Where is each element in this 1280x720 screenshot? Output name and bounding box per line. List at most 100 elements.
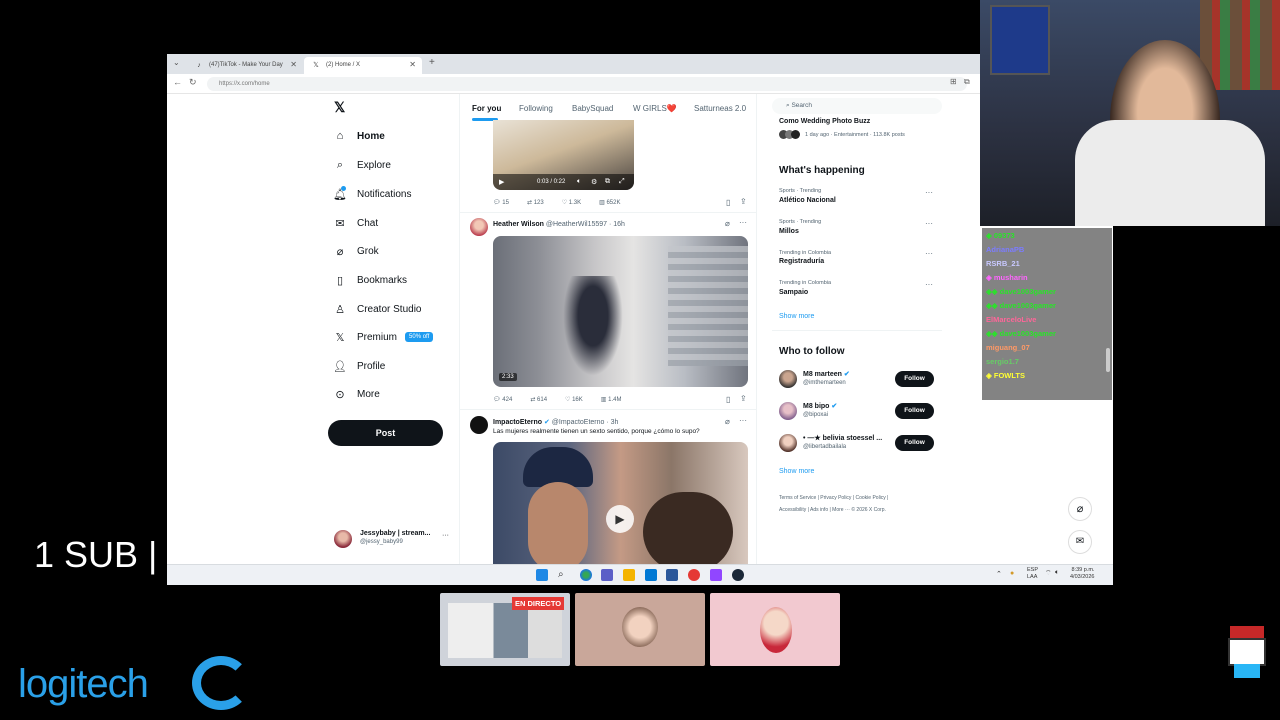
suggestion-avatar[interactable]	[779, 370, 797, 388]
tab-for-you[interactable]: For you	[472, 104, 501, 113]
opera-icon[interactable]	[688, 569, 700, 581]
retweet-button[interactable]: ⇄ 123	[527, 199, 544, 206]
more-dots-icon[interactable]: ···	[925, 188, 933, 197]
browser-tab-x-home[interactable]: 𝕏 (2) Home / X ✕	[304, 57, 422, 74]
more-dots-icon[interactable]: ···	[925, 280, 933, 289]
follow-button[interactable]: Follow	[895, 403, 934, 419]
trend-item[interactable]: Registraduría	[779, 258, 824, 265]
account-switcher[interactable]: Jessybaby | stream... @jessy_baby99 ···	[334, 528, 454, 552]
nav-explore[interactable]: ⌕ Explore	[333, 153, 391, 177]
fullscreen-icon[interactable]: ⤢	[619, 178, 625, 186]
more-dots-icon[interactable]: ···	[739, 416, 747, 425]
teams-icon[interactable]	[601, 569, 613, 581]
share-icon[interactable]: ⇪	[740, 394, 747, 403]
stream-thumbnail[interactable]	[710, 593, 840, 666]
tweet-video[interactable]: ▶ 0:03 / 0:22 🔈︎ ⚙ ⧉ ⤢	[493, 120, 634, 190]
grok-icon[interactable]: ⌀	[1068, 497, 1092, 521]
pip-icon[interactable]: ⧉	[605, 178, 610, 186]
tweet-video[interactable]: ▶	[493, 442, 748, 572]
nav-grok[interactable]: ⌀ Grok	[333, 239, 379, 263]
suggestion-name[interactable]: M8 marteen ✔	[803, 370, 850, 378]
trend-item[interactable]: Sampaio	[779, 289, 808, 296]
suggestion-avatar[interactable]	[779, 402, 797, 420]
file-explorer-icon[interactable]	[623, 569, 635, 581]
extensions-icon[interactable]: ⧉	[964, 77, 970, 87]
chat-scrollbar[interactable]	[1106, 348, 1110, 372]
bookmark-icon[interactable]: ▯	[726, 198, 730, 207]
suggestion-avatar[interactable]	[779, 434, 797, 452]
chevron-up-icon[interactable]: ⌃	[996, 570, 1002, 578]
more-dots-icon[interactable]: ···	[925, 219, 933, 228]
grok-icon[interactable]: ⌀	[725, 219, 730, 228]
edge-browser-icon[interactable]	[580, 569, 592, 581]
stream-thumbnail[interactable]	[575, 593, 705, 666]
grok-icon[interactable]: ⌀	[725, 417, 730, 426]
trending-event-title[interactable]: Como Wedding Photo Buzz	[779, 118, 870, 125]
windows-start-icon[interactable]	[536, 569, 548, 581]
tweet-author-name[interactable]: Heather Wilson	[493, 221, 544, 228]
app-icon[interactable]	[666, 569, 678, 581]
show-more-link[interactable]: Show more	[779, 313, 814, 320]
stream-thumbnail[interactable]: EN DIRECTO	[440, 593, 570, 666]
clock[interactable]: 8:39 p.m. 4/03/2026	[1070, 567, 1094, 581]
trend-item[interactable]: Atlético Nacional	[779, 197, 836, 204]
tab-w-girls[interactable]: W GIRLS❤️	[633, 104, 677, 113]
x-logo-icon[interactable]: 𝕏	[334, 99, 345, 116]
bookmark-icon[interactable]: ▯	[726, 395, 730, 404]
play-icon[interactable]: ▶	[606, 505, 634, 533]
footer-links[interactable]: Accessibility | Ads info | More ··· © 20…	[779, 507, 886, 513]
nav-more[interactable]: ⊙ More	[333, 382, 379, 406]
search-icon[interactable]: ⌕	[558, 569, 570, 581]
mail-icon[interactable]: ✉	[1068, 530, 1092, 554]
like-button[interactable]: ♡ 16K	[565, 396, 583, 403]
close-tab-icon[interactable]: ✕	[409, 60, 416, 69]
browser-tab-tiktok[interactable]: ♪ (47)TikTok - Make Your Day ✕	[187, 57, 303, 74]
follow-button[interactable]: Follow	[895, 371, 934, 387]
show-more-link[interactable]: Show more	[779, 468, 814, 475]
search-input[interactable]: ⌕ Search	[772, 98, 942, 114]
tab-following[interactable]: Following	[519, 104, 553, 113]
play-icon[interactable]: ▶	[499, 178, 504, 186]
store-icon[interactable]	[645, 569, 657, 581]
tray-icon[interactable]: ●	[1010, 570, 1014, 577]
trend-item[interactable]: Millos	[779, 228, 799, 235]
suggestion-name[interactable]: M8 bipo ✔	[803, 402, 837, 410]
nav-chat[interactable]: ✉ Chat	[333, 211, 378, 235]
close-tab-icon[interactable]: ✕	[290, 60, 297, 69]
tweet-author-name[interactable]: ImpactoEterno	[493, 419, 542, 426]
follow-button[interactable]: Follow	[895, 435, 934, 451]
share-icon[interactable]: ⇪	[740, 197, 747, 206]
reply-button[interactable]: 💬︎ 424	[493, 396, 512, 403]
reload-icon[interactable]: ↻	[189, 77, 197, 88]
nav-home[interactable]: ⌂ Home	[333, 124, 385, 148]
language-indicator[interactable]: ESP LAA	[1027, 567, 1038, 581]
nav-creator-studio[interactable]: ♙ Creator Studio	[333, 297, 421, 321]
more-dots-icon[interactable]: ···	[925, 249, 933, 258]
tweet-video[interactable]: 2:33	[493, 236, 748, 387]
post-button[interactable]: Post	[328, 420, 443, 446]
steam-icon[interactable]	[732, 569, 744, 581]
tweet-avatar[interactable]	[470, 416, 488, 434]
views-button[interactable]: ▥ 652K	[599, 199, 620, 206]
network-icon[interactable]: ⌔	[1045, 569, 1052, 578]
reply-button[interactable]: 💬︎ 15	[493, 199, 509, 206]
volume-icon[interactable]: 🔈︎	[1055, 569, 1059, 577]
volume-icon[interactable]: 🔈︎	[577, 178, 581, 186]
tab-babysquad[interactable]: BabySquad	[572, 104, 613, 113]
footer-links[interactable]: Terms of Service | Privacy Policy | Cook…	[779, 495, 888, 501]
nav-premium[interactable]: 𝕏 Premium 50% off	[333, 325, 434, 349]
tweet-avatar[interactable]	[470, 218, 488, 236]
views-button[interactable]: ▥ 1.4M	[601, 396, 622, 403]
nav-bookmarks[interactable]: ▯ Bookmarks	[333, 268, 407, 292]
back-icon[interactable]: ←	[173, 77, 182, 87]
nav-notifications[interactable]: 🔔︎ Notifications	[333, 182, 411, 206]
url-input[interactable]: https://x.com/home	[207, 77, 967, 91]
new-tab-button[interactable]: +	[429, 57, 435, 68]
split-view-icon[interactable]: ⊞	[950, 77, 957, 86]
retweet-button[interactable]: ⇄ 614	[530, 396, 547, 403]
tab-satturneas[interactable]: Satturneas 2.0	[694, 104, 746, 113]
more-dots-icon[interactable]: ···	[739, 218, 747, 227]
discord-icon[interactable]	[710, 569, 722, 581]
suggestion-name[interactable]: • —★ belivia stoessel ...	[803, 434, 882, 442]
tab-list-icon[interactable]: ⌄	[173, 58, 180, 67]
